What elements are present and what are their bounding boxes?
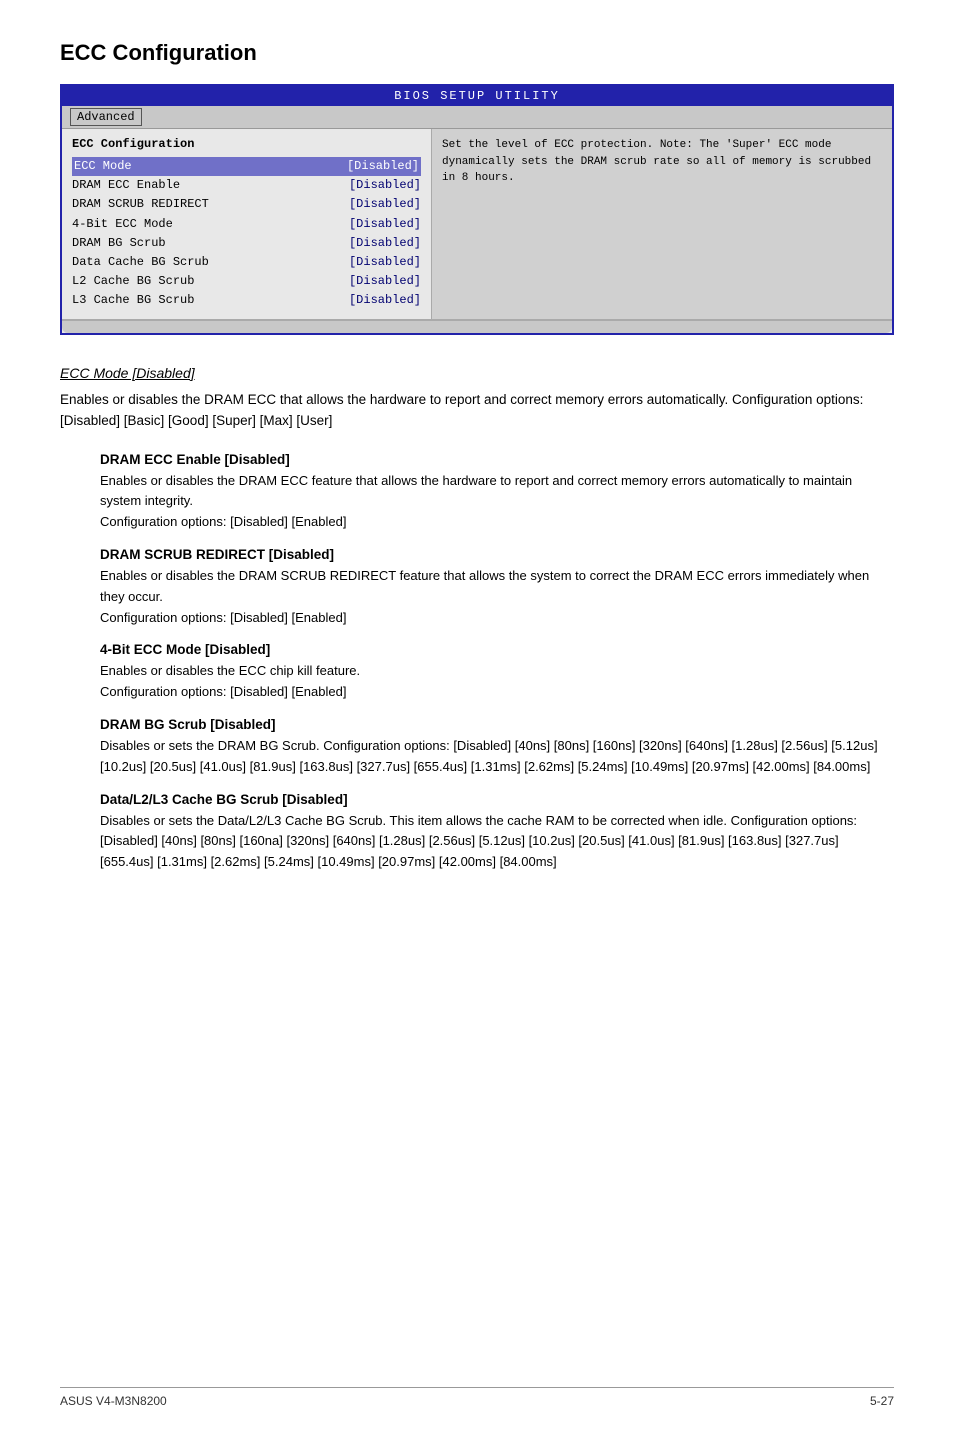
bios-row-label: DRAM SCRUB REDIRECT (72, 195, 349, 214)
doc-sub-title: 4-Bit ECC Mode [Disabled] (100, 642, 894, 657)
bios-row-value: [Disabled] (349, 291, 421, 310)
doc-sub-para: Enables or disables the ECC chip kill fe… (100, 661, 894, 703)
doc-ecc-mode-desc: Enables or disables the DRAM ECC that al… (60, 389, 894, 432)
bios-screenshot: BIOS SETUP UTILITY Advanced ECC Configur… (60, 84, 894, 335)
doc-sub-para: Disables or sets the Data/L2/L3 Cache BG… (100, 811, 894, 873)
doc-sub-title: Data/L2/L3 Cache BG Scrub [Disabled] (100, 792, 894, 807)
bios-left-panel: ECC Configuration ECC Mode[Disabled] DRA… (62, 129, 432, 319)
bios-row: 4-Bit ECC Mode[Disabled] (72, 215, 421, 234)
bios-row-label: 4-Bit ECC Mode (72, 215, 349, 234)
doc-subsection: DRAM BG Scrub [Disabled] Disables or sets… (100, 717, 894, 778)
doc-ecc-mode-title: ECC Mode [Disabled] (60, 365, 894, 381)
bios-row-label: DRAM BG Scrub (72, 234, 349, 253)
doc-sub-title: DRAM ECC Enable [Disabled] (100, 452, 894, 467)
bios-row-value: [Disabled] (349, 234, 421, 253)
page-footer: ASUS V4-M3N8200 5-27 (60, 1387, 894, 1408)
bios-row-label: Data Cache BG Scrub (72, 253, 349, 272)
bios-row-label: L3 Cache BG Scrub (72, 291, 349, 310)
bios-row-value: [Disabled] (349, 215, 421, 234)
bios-rows: ECC Mode[Disabled] DRAM ECC Enable[Disab… (72, 157, 421, 311)
bios-row: L2 Cache BG Scrub[Disabled] (72, 272, 421, 291)
bios-row-value: [Disabled] (349, 195, 421, 214)
doc-subsection: Data/L2/L3 Cache BG Scrub [Disabled] Disa… (100, 792, 894, 873)
bios-row: ECC Mode[Disabled] (72, 157, 421, 176)
doc-sub-para: Enables or disables the DRAM SCRUB REDIR… (100, 566, 894, 628)
bios-help-panel: Set the level of ECC protection. Note: T… (432, 129, 892, 319)
bios-row-value: [Disabled] (349, 253, 421, 272)
footer-left: ASUS V4-M3N8200 (60, 1394, 167, 1408)
doc-sub-title: DRAM SCRUB REDIRECT [Disabled] (100, 547, 894, 562)
doc-ecc-mode-section: ECC Mode [Disabled] Enables or disables … (60, 365, 894, 432)
bios-row-value: [Disabled] (349, 176, 421, 195)
bios-help-text: Set the level of ECC protection. Note: T… (442, 139, 871, 184)
bios-row-label: ECC Mode (74, 157, 347, 176)
bios-row-value: [Disabled] (349, 272, 421, 291)
doc-sub-title: DRAM BG Scrub [Disabled] (100, 717, 894, 732)
bios-row: Data Cache BG Scrub[Disabled] (72, 253, 421, 272)
doc-subsection: 4-Bit ECC Mode [Disabled] Enables or disa… (100, 642, 894, 703)
bios-row-label: L2 Cache BG Scrub (72, 272, 349, 291)
doc-subsections: DRAM ECC Enable [Disabled] Enables or dis… (60, 452, 894, 873)
doc-subsection: DRAM ECC Enable [Disabled] Enables or dis… (100, 452, 894, 533)
bios-row: DRAM SCRUB REDIRECT[Disabled] (72, 195, 421, 214)
bios-content-area: ECC Configuration ECC Mode[Disabled] DRA… (62, 129, 892, 319)
footer-right: 5-27 (870, 1394, 894, 1408)
bios-section-header: ECC Configuration (72, 137, 421, 151)
page-title: ECC Configuration (60, 40, 894, 66)
bios-row: L3 Cache BG Scrub[Disabled] (72, 291, 421, 310)
bios-row: DRAM ECC Enable[Disabled] (72, 176, 421, 195)
bios-row-value: [Disabled] (347, 157, 419, 176)
bios-row-label: DRAM ECC Enable (72, 176, 349, 195)
bios-row: DRAM BG Scrub[Disabled] (72, 234, 421, 253)
doc-subsection: DRAM SCRUB REDIRECT [Disabled] Enables or… (100, 547, 894, 628)
bios-menu-tab: Advanced (70, 108, 142, 126)
doc-sub-para: Enables or disables the DRAM ECC feature… (100, 471, 894, 533)
bios-bottom-decoration (62, 319, 892, 333)
bios-title-bar: BIOS SETUP UTILITY (62, 86, 892, 106)
bios-menu-bar: Advanced (62, 106, 892, 129)
doc-sub-para: Disables or sets the DRAM BG Scrub. Conf… (100, 736, 894, 778)
